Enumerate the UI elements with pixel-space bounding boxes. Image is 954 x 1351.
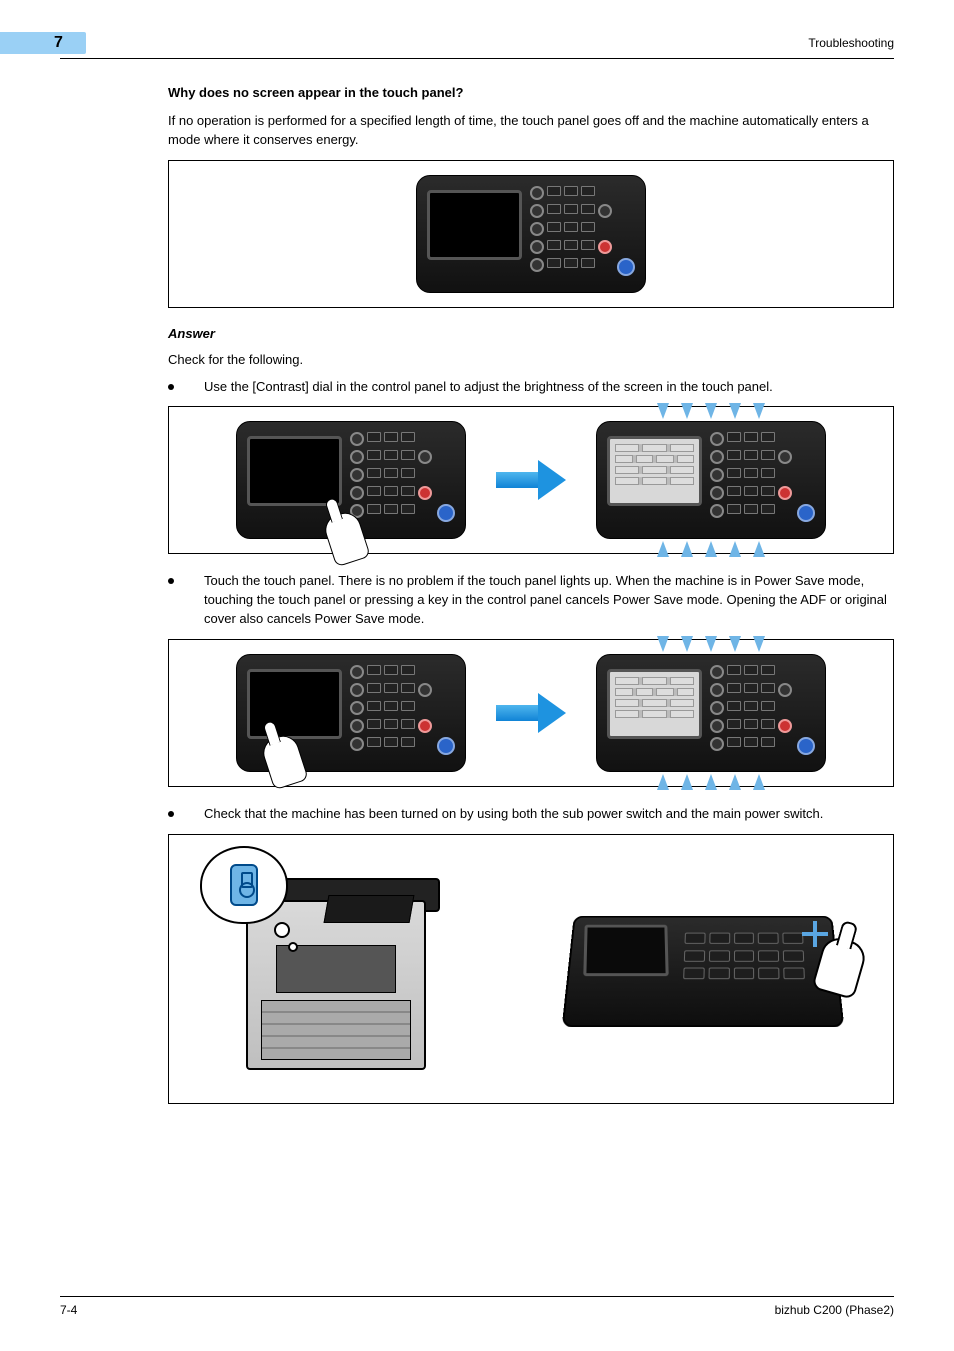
touch-screen-off [247,436,342,506]
header-divider [60,58,894,59]
dial-icon [530,240,544,254]
press-spark-icon [802,921,828,947]
page-footer: 7-4 bizhub C200 (Phase2) [60,1296,894,1317]
power-switch-icon [230,864,258,906]
rays-bottom-icon [636,541,786,557]
bullet-text: Touch the touch panel. There is no probl… [204,572,894,629]
bullet-item: Touch the touch panel. There is no probl… [168,572,894,629]
arrow-icon [496,460,566,500]
touch-screen-off [247,669,342,739]
contrast-dial-icon [530,258,544,272]
bullet-list: Touch the touch panel. There is no probl… [168,572,894,629]
chapter-tab: 7 [0,32,86,54]
content-area: Why does no screen appear in the touch p… [168,85,894,1104]
stop-button-icon [598,240,612,254]
figure-panel-off [168,160,894,308]
bullet-text: Check that the machine has been turned o… [204,805,894,824]
touch-screen-on [607,436,702,506]
figure-power-switches [168,834,894,1104]
rays-top-icon [636,636,786,652]
touch-screen-on [607,669,702,739]
answer-intro: Check for the following. [168,351,894,370]
arrow-icon [496,693,566,733]
page-number: 7-4 [60,1303,77,1317]
question-heading: Why does no screen appear in the touch p… [168,85,894,100]
control-panel-off-hand [236,421,466,539]
dial-icon [530,204,544,218]
bullet-list: Check that the machine has been turned o… [168,805,894,824]
control-panel-off-touch [236,654,466,772]
bullet-list: Use the [Contrast] dial in the control p… [168,378,894,397]
bullet-item: Check that the machine has been turned o… [168,805,894,824]
figure-touch-panel [168,639,894,787]
thought-bubble-icon [200,846,288,924]
bullet-dot-icon [168,578,174,584]
product-name: bizhub C200 (Phase2) [775,1303,894,1317]
control-panel-off [416,175,646,293]
bullet-dot-icon [168,384,174,390]
intro-paragraph: If no operation is performed for a speci… [168,112,894,150]
header-section-title: Troubleshooting [808,36,894,50]
control-panel-lit [596,654,826,772]
dial-icon [530,222,544,236]
answer-heading: Answer [168,326,894,341]
touch-screen-off [427,190,522,260]
bullet-item: Use the [Contrast] dial in the control p… [168,378,894,397]
thought-dot-icon [274,922,290,938]
thought-dot-icon [288,942,298,952]
dial-icon [530,186,544,200]
chapter-number: 7 [54,34,63,52]
rays-bottom-icon [636,774,786,790]
control-panel-lit [596,421,826,539]
rays-top-icon [636,403,786,419]
bullet-dot-icon [168,811,174,817]
figure-contrast-adjust [168,406,894,554]
start-button-icon [617,258,635,276]
sub-power-switch-illustration [558,879,858,1059]
copier-main-switch-illustration [205,849,485,1089]
page-header: 7 Troubleshooting [60,32,894,54]
access-dial-icon [598,204,612,218]
bullet-text: Use the [Contrast] dial in the control p… [204,378,894,397]
